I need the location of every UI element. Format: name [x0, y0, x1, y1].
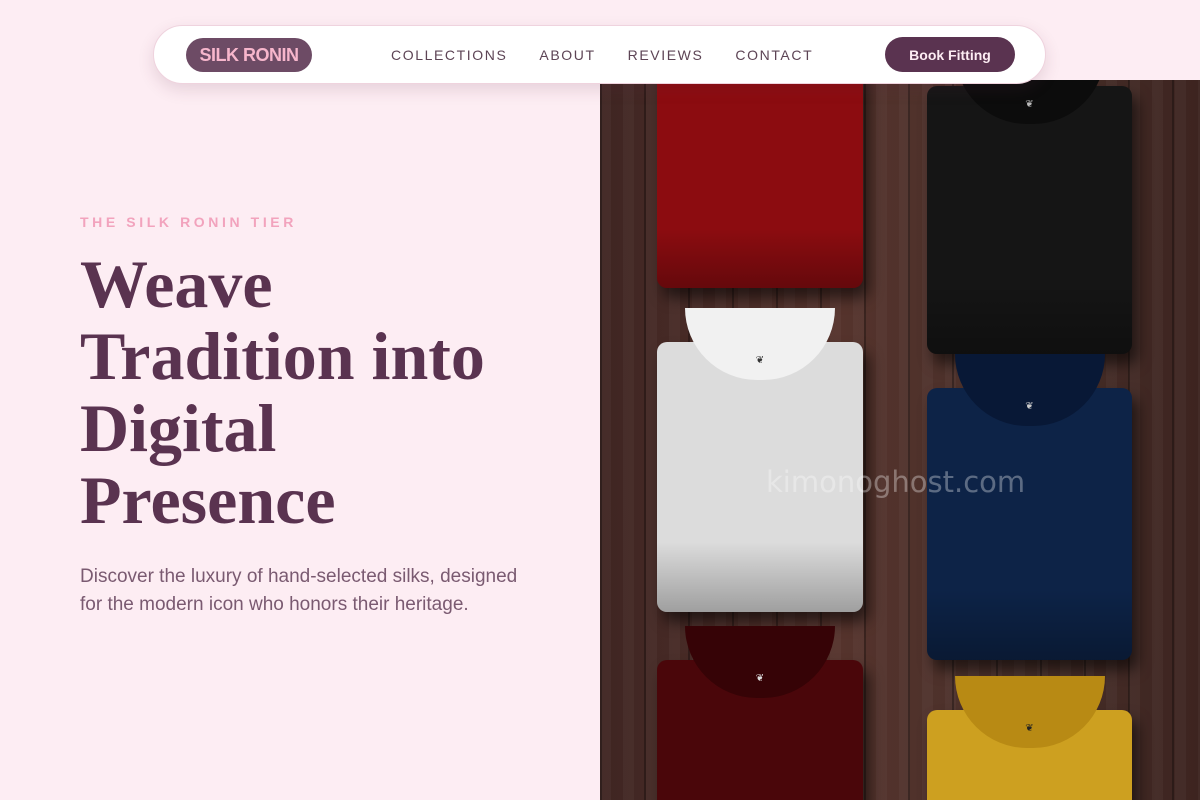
- headline-line-1: Weave: [80, 246, 273, 322]
- hero-image-folded-shirts: ❦ ❦ ❦ ❦ ❦: [600, 80, 1200, 800]
- nav-link-reviews[interactable]: REVIEWS: [628, 47, 704, 63]
- nav-link-collections[interactable]: COLLECTIONS: [391, 47, 507, 63]
- logo-tag-icon: ❦: [755, 355, 765, 366]
- headline-line-4: Presence: [80, 462, 336, 538]
- hero-subtext: Discover the luxury of hand-selected sil…: [80, 566, 518, 615]
- headline-line-2: Tradition into: [80, 318, 485, 394]
- shirt-mustard: ❦: [927, 676, 1132, 800]
- shirt-maroon: ❦: [657, 626, 863, 800]
- headline-line-3: Digital: [80, 390, 277, 466]
- hero-headline: Weave Tradition into Digital Presence: [80, 248, 560, 536]
- logo-tag-icon: ❦: [755, 673, 765, 684]
- nav-link-about[interactable]: ABOUT: [539, 47, 595, 63]
- shirt-navy: ❦: [927, 354, 1132, 660]
- hero-eyebrow: THE SILK RONIN TIER: [80, 214, 297, 230]
- brand-logo[interactable]: SILK RONIN: [186, 38, 312, 72]
- book-fitting-button[interactable]: Book Fitting: [885, 37, 1015, 72]
- logo-tag-icon: ❦: [1025, 401, 1034, 412]
- nav-links: COLLECTIONS ABOUT REVIEWS CONTACT: [391, 26, 813, 83]
- top-navbar: SILK RONIN COLLECTIONS ABOUT REVIEWS CON…: [153, 25, 1046, 84]
- shirt-black: ❦: [927, 80, 1132, 354]
- nav-link-contact[interactable]: CONTACT: [735, 47, 813, 63]
- logo-tag-icon: ❦: [1025, 99, 1034, 110]
- shirt-red: [657, 80, 863, 288]
- logo-tag-icon: ❦: [1025, 723, 1034, 734]
- watermark: kimonoghost.com: [766, 465, 1026, 499]
